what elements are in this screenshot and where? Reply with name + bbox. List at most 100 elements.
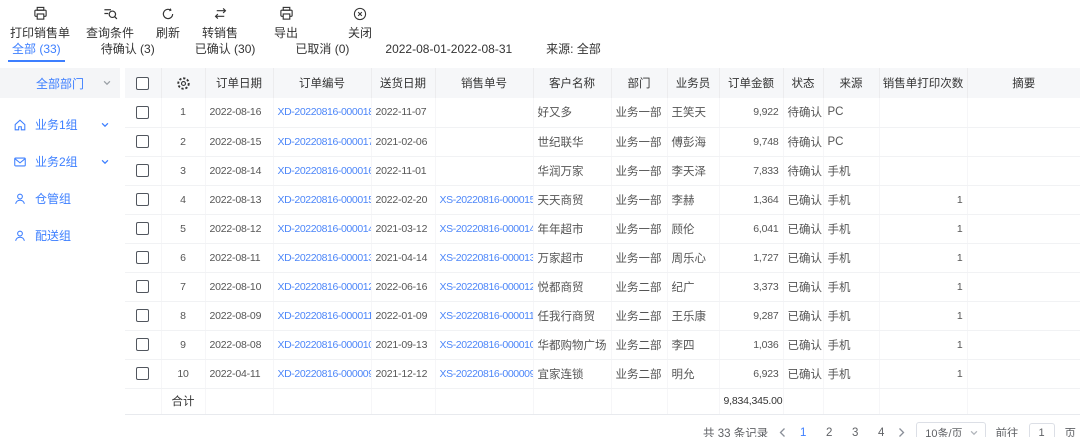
row-checkbox[interactable] xyxy=(136,367,149,380)
order-no-link[interactable]: XD-20220816-000016 xyxy=(278,165,372,177)
goto-page-input[interactable] xyxy=(1029,423,1055,437)
print-count-cell: 1 xyxy=(879,243,967,272)
row-select-cell xyxy=(125,330,161,359)
person-icon xyxy=(13,229,27,243)
status-cell: 待确认 xyxy=(783,127,823,156)
row-checkbox[interactable] xyxy=(136,106,149,119)
tab-confirmed[interactable]: 已确认 (30) xyxy=(191,38,260,62)
page-number-2[interactable]: 2 xyxy=(823,427,835,437)
source-cell: 手机 xyxy=(823,214,879,243)
order-date-cell: 2022-08-15 xyxy=(205,127,273,156)
row-checkbox[interactable] xyxy=(136,164,149,177)
row-checkbox[interactable] xyxy=(136,309,149,322)
order-no-link[interactable]: XD-20220816-000012 xyxy=(278,281,372,293)
sales-no-link[interactable]: XS-20220816-000010 xyxy=(440,339,534,351)
toolbar-button-close[interactable]: 关闭 xyxy=(342,6,378,41)
sales-no-link[interactable]: XS-20220816-000015 xyxy=(440,194,534,206)
total-empty xyxy=(667,388,719,414)
total-empty xyxy=(533,388,611,414)
total-empty xyxy=(205,388,273,414)
order-no-link[interactable]: XD-20220816-000018 xyxy=(278,106,372,118)
total-empty xyxy=(611,388,667,414)
sales-no-cell: XS-20220816-000012 xyxy=(435,272,533,301)
amount-cell: 7,833 xyxy=(719,156,783,185)
row-checkbox[interactable] xyxy=(136,338,149,351)
order-no-link[interactable]: XD-20220816-000014 xyxy=(278,223,372,235)
order-date-cell: 2022-08-16 xyxy=(205,98,273,127)
order-no-cell: XD-20220816-000013 xyxy=(273,243,371,272)
sales-no-link[interactable]: XS-20220816-000011 xyxy=(440,310,534,322)
status-cell: 待确认 xyxy=(783,98,823,127)
amount-cell: 9,287 xyxy=(719,301,783,330)
sidebar-item-warehouse-group[interactable]: 仓管组 xyxy=(0,180,120,217)
order-no-link[interactable]: XD-20220816-000009 xyxy=(278,368,372,380)
page-number-4[interactable]: 4 xyxy=(875,427,887,437)
customer-cell: 华润万家 xyxy=(533,156,611,185)
customer-cell: 宜家连锁 xyxy=(533,359,611,388)
sales-no-link[interactable]: XS-20220816-000013 xyxy=(440,252,534,264)
summary-cell xyxy=(967,156,1080,185)
amount-cell: 1,364 xyxy=(719,185,783,214)
order-no-cell: XD-20220816-000011 xyxy=(273,301,371,330)
department-cell: 业务二部 xyxy=(611,301,667,330)
department-cell: 业务一部 xyxy=(611,185,667,214)
department-selector[interactable]: 全部部门 xyxy=(0,68,120,98)
column-header-8: 状态 xyxy=(783,68,823,98)
row-seq: 7 xyxy=(161,272,205,301)
print-count-cell: 1 xyxy=(879,330,967,359)
date-range-filter[interactable]: 2022-08-01-2022-08-31 xyxy=(385,38,512,62)
row-seq: 5 xyxy=(161,214,205,243)
summary-cell xyxy=(967,330,1080,359)
toolbar-button-query-conditions[interactable]: 查询条件 xyxy=(86,6,134,41)
sidebar-item-business-group-1[interactable]: 业务1组 xyxy=(0,106,120,143)
table-header-row: 订单日期订单编号送货日期销售单号客户名称部门业务员订单金额状态来源销售单打印次数… xyxy=(125,68,1080,98)
sidebar-item-delivery-group[interactable]: 配送组 xyxy=(0,217,120,254)
order-no-link[interactable]: XD-20220816-000011 xyxy=(278,310,372,322)
source-cell: 手机 xyxy=(823,272,879,301)
sales-no-link[interactable]: XS-20220816-000009 xyxy=(440,368,534,380)
amount-cell: 1,727 xyxy=(719,243,783,272)
order-no-link[interactable]: XD-20220816-000017 xyxy=(278,136,372,148)
order-no-link[interactable]: XD-20220816-000013 xyxy=(278,252,372,264)
filter-search-icon xyxy=(103,6,118,21)
toolbar-button-refresh[interactable]: 刷新 xyxy=(150,6,186,41)
row-select-cell xyxy=(125,214,161,243)
salesperson-cell: 李四 xyxy=(667,330,719,359)
sales-no-cell: XS-20220816-000015 xyxy=(435,185,533,214)
summary-cell xyxy=(967,185,1080,214)
source-filter[interactable]: 来源: 全部 xyxy=(546,38,601,62)
order-no-link[interactable]: XD-20220816-000010 xyxy=(278,339,372,351)
sales-no-link[interactable]: XS-20220816-000012 xyxy=(440,281,534,293)
page-number-3[interactable]: 3 xyxy=(849,427,861,437)
toolbar-button-to-sales[interactable]: 转销售 xyxy=(202,6,238,41)
sidebar-item-label: 业务1组 xyxy=(35,116,78,133)
row-checkbox[interactable] xyxy=(136,251,149,264)
column-header-10: 销售单打印次数 xyxy=(879,68,967,98)
row-checkbox[interactable] xyxy=(136,193,149,206)
row-checkbox[interactable] xyxy=(136,222,149,235)
order-date-cell: 2022-08-13 xyxy=(205,185,273,214)
toolbar-button-print-sales-order[interactable]: 打印销售单 xyxy=(10,6,70,41)
column-header-1: 订单编号 xyxy=(273,68,371,98)
mail-icon xyxy=(13,155,27,169)
table-row: 62022-08-11XD-20220816-0000132021-04-14X… xyxy=(125,243,1080,272)
page-size-select[interactable]: 10条/页 xyxy=(916,422,985,437)
select-all-checkbox[interactable] xyxy=(136,77,149,90)
pagination: 共 33 条记录 1234 10条/页 前往 页 xyxy=(125,422,1080,437)
order-no-link[interactable]: XD-20220816-000015 xyxy=(278,194,372,206)
gear-icon[interactable] xyxy=(176,76,191,91)
tab-pending[interactable]: 待确认 (3) xyxy=(97,38,159,62)
sales-no-cell: XS-20220816-000009 xyxy=(435,359,533,388)
next-page-button[interactable] xyxy=(897,427,906,437)
tab-cancelled[interactable]: 已取消 (0) xyxy=(291,38,353,62)
page-number-1[interactable]: 1 xyxy=(797,427,809,437)
row-checkbox[interactable] xyxy=(136,280,149,293)
amount-cell: 1,036 xyxy=(719,330,783,359)
row-checkbox[interactable] xyxy=(136,135,149,148)
tab-all[interactable]: 全部 (33) xyxy=(8,38,65,62)
order-no-cell: XD-20220816-000015 xyxy=(273,185,371,214)
sales-no-link[interactable]: XS-20220816-000014 xyxy=(440,223,534,235)
sidebar-item-business-group-2[interactable]: 业务2组 xyxy=(0,143,120,180)
prev-page-button[interactable] xyxy=(778,427,787,437)
toolbar-button-export[interactable]: 导出 xyxy=(268,6,304,41)
